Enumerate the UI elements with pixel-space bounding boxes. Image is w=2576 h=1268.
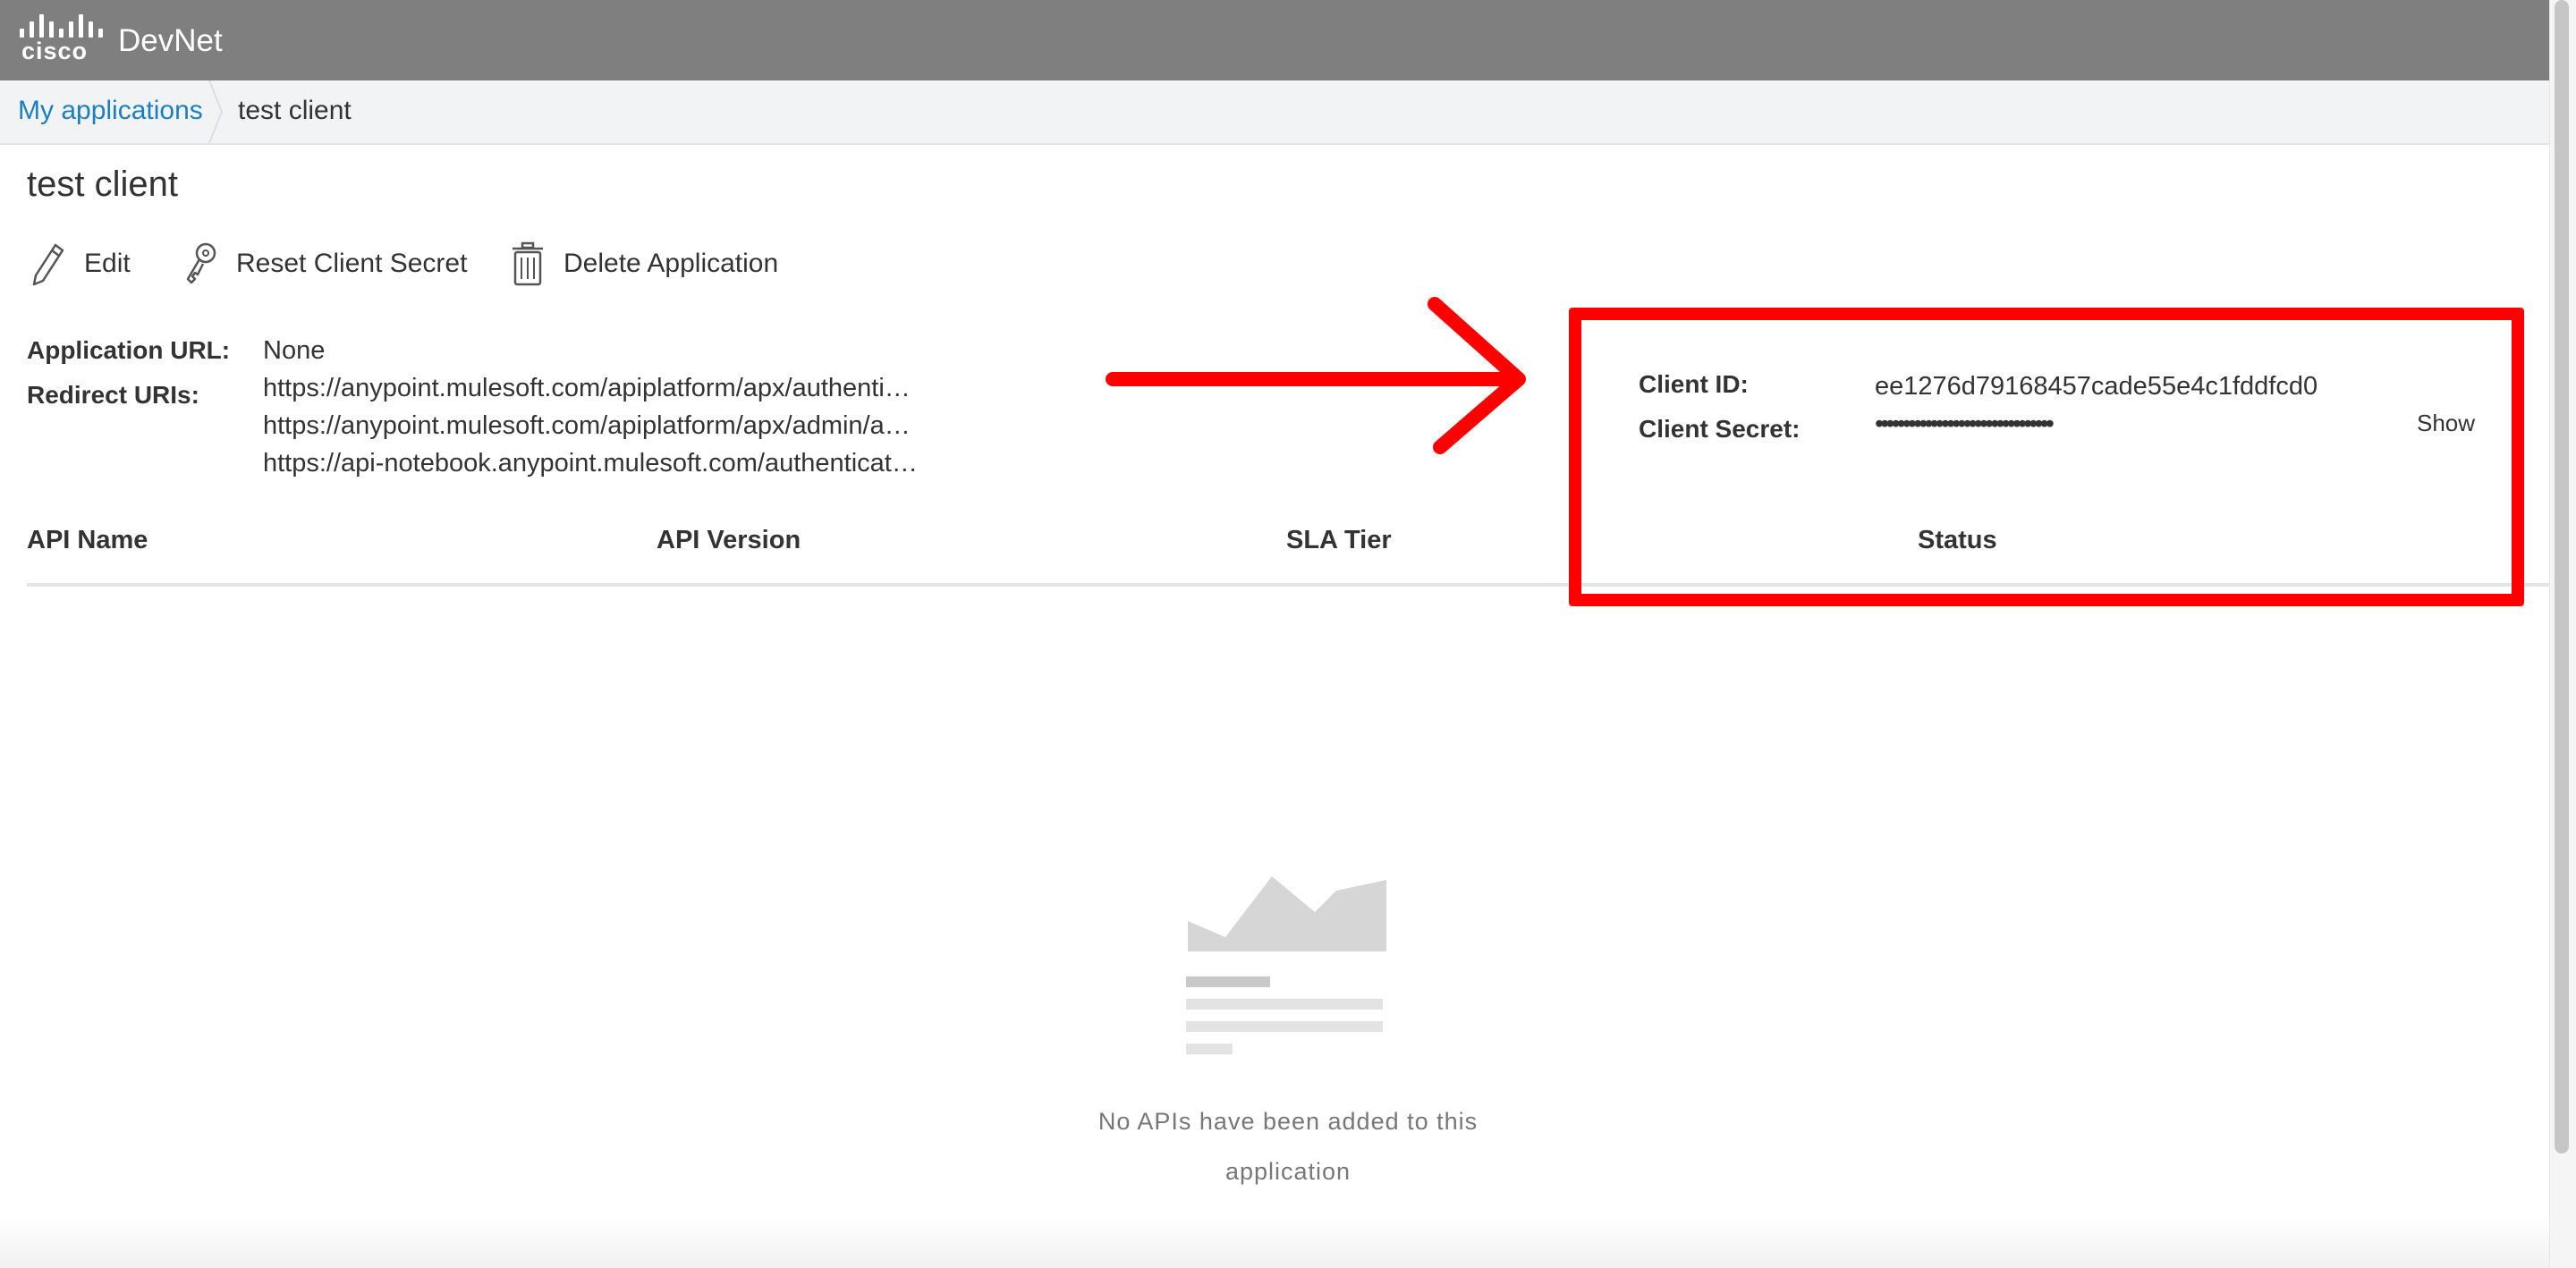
trash-icon <box>513 241 543 286</box>
delete-application-button[interactable]: Delete Application <box>508 240 778 288</box>
column-api-version[interactable]: API Version <box>657 526 801 555</box>
breadcrumb-current: test client <box>238 96 352 125</box>
redirect-uris-label: Redirect URIs: <box>27 381 199 409</box>
application-url-value: None <box>263 336 326 365</box>
page-title: test client <box>27 165 178 204</box>
client-secret-value: •••••••••••••••••••••••••••••••• <box>1875 410 2055 438</box>
top-navbar: cisco DevNet <box>0 0 2549 80</box>
breadcrumb: My applications test client <box>0 80 2549 145</box>
table-header-divider <box>27 583 2549 587</box>
cisco-bars-icon <box>20 11 109 38</box>
empty-state-illustration <box>1186 876 1386 1054</box>
application-url-label: Application URL: <box>27 336 231 364</box>
breadcrumb-my-applications-link[interactable]: My applications <box>18 96 203 126</box>
column-status[interactable]: Status <box>1918 526 1997 555</box>
redirect-uri-3: https://api-notebook.anypoint.mulesoft.c… <box>263 449 918 478</box>
bottom-shadow <box>0 1216 2549 1268</box>
edit-label: Edit <box>84 249 131 278</box>
edit-button[interactable]: Edit <box>29 240 131 288</box>
empty-state-message: No APIs have been added to this applicat… <box>1055 1096 1521 1196</box>
breadcrumb-separator-icon <box>208 80 224 143</box>
client-secret-label: Client Secret: <box>1639 415 1801 443</box>
column-sla-tier[interactable]: SLA Tier <box>1286 526 1392 555</box>
client-id-label: Client ID: <box>1639 370 1749 398</box>
annotation-arrow-icon <box>1106 297 1526 454</box>
brand-name[interactable]: DevNet <box>118 23 223 59</box>
reset-client-secret-label: Reset Client Secret <box>236 249 468 278</box>
client-id-value: ee1276d79168457cade55e4c1fddfcd0 <box>1875 372 2318 401</box>
annotation-highlight-box <box>1569 308 2524 606</box>
empty-state-line-2: application <box>1224 1158 1352 1185</box>
reset-client-secret-button[interactable]: Reset Client Secret <box>181 240 467 288</box>
delete-application-label: Delete Application <box>564 249 779 278</box>
cisco-logo[interactable]: cisco <box>20 11 109 64</box>
column-api-name[interactable]: API Name <box>27 526 148 555</box>
redirect-uri-1: https://anypoint.mulesoft.com/apiplatfor… <box>263 374 911 402</box>
show-secret-button[interactable]: Show <box>2417 410 2475 437</box>
pencil-icon <box>32 243 64 286</box>
empty-state-line-1: No APIs have been added to this <box>1097 1108 1479 1135</box>
scrollbar-thumb[interactable] <box>2555 0 2569 1154</box>
redirect-uri-2: https://anypoint.mulesoft.com/apiplatfor… <box>263 411 911 440</box>
cisco-wordmark: cisco <box>21 38 89 64</box>
key-icon <box>186 242 216 284</box>
